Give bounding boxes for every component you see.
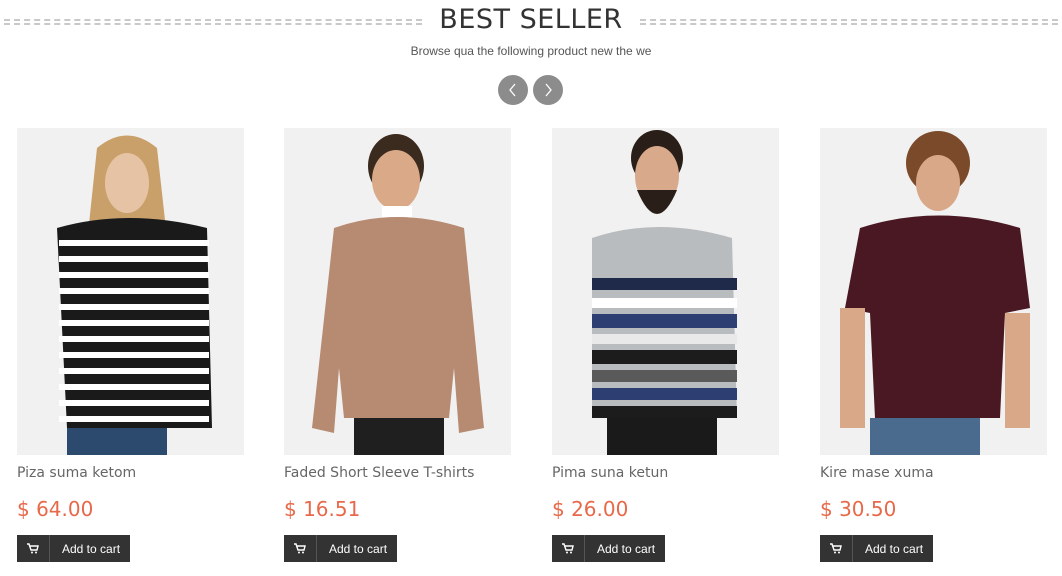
carousel-next-button[interactable] (533, 75, 563, 105)
add-to-cart-label: Add to cart (62, 541, 121, 556)
product-image[interactable] (820, 128, 1047, 455)
product-name[interactable]: Pima suna ketun (552, 465, 779, 483)
product-price: $ 16.51 (284, 497, 361, 521)
product-price: $ 64.00 (17, 497, 94, 521)
add-to-cart-button[interactable]: Add to cart (820, 535, 933, 562)
add-to-cart-label: Add to cart (329, 541, 388, 556)
add-to-cart-button[interactable]: Add to cart (17, 535, 130, 562)
add-to-cart-label: Add to cart (597, 541, 656, 556)
section-header: BEST SELLER (0, 0, 1062, 46)
carousel-prev-button[interactable] (498, 75, 528, 105)
chevron-right-icon (545, 83, 552, 97)
cart-icon (820, 535, 853, 562)
product-price: $ 30.50 (820, 497, 897, 521)
product-card: Kire mase xuma $ 30.50 Add to cart (820, 128, 1047, 562)
product-image[interactable] (284, 128, 511, 455)
chevron-left-icon (509, 83, 516, 97)
cart-icon (552, 535, 585, 562)
product-image[interactable] (17, 128, 244, 455)
product-price: $ 26.00 (552, 497, 629, 521)
section-title: BEST SELLER (439, 4, 623, 35)
cart-icon (17, 535, 50, 562)
divider-left (4, 19, 422, 25)
cart-icon (284, 535, 317, 562)
product-name[interactable]: Faded Short Sleeve T-shirts (284, 465, 511, 483)
add-to-cart-label: Add to cart (865, 541, 924, 556)
divider-right (640, 19, 1058, 25)
product-image[interactable] (552, 128, 779, 455)
section-subtitle: Browse qua the following product new the… (410, 44, 652, 58)
product-card: Pima suna ketun $ 26.00 Add to cart (552, 128, 779, 562)
product-name[interactable]: Piza suma ketom (17, 465, 244, 483)
product-name[interactable]: Kire mase xuma (820, 465, 1047, 483)
product-card: Piza suma ketom $ 64.00 Add to cart (17, 128, 244, 562)
add-to-cart-button[interactable]: Add to cart (552, 535, 665, 562)
add-to-cart-button[interactable]: Add to cart (284, 535, 397, 562)
product-card: Faded Short Sleeve T-shirts $ 16.51 Add … (284, 128, 511, 562)
